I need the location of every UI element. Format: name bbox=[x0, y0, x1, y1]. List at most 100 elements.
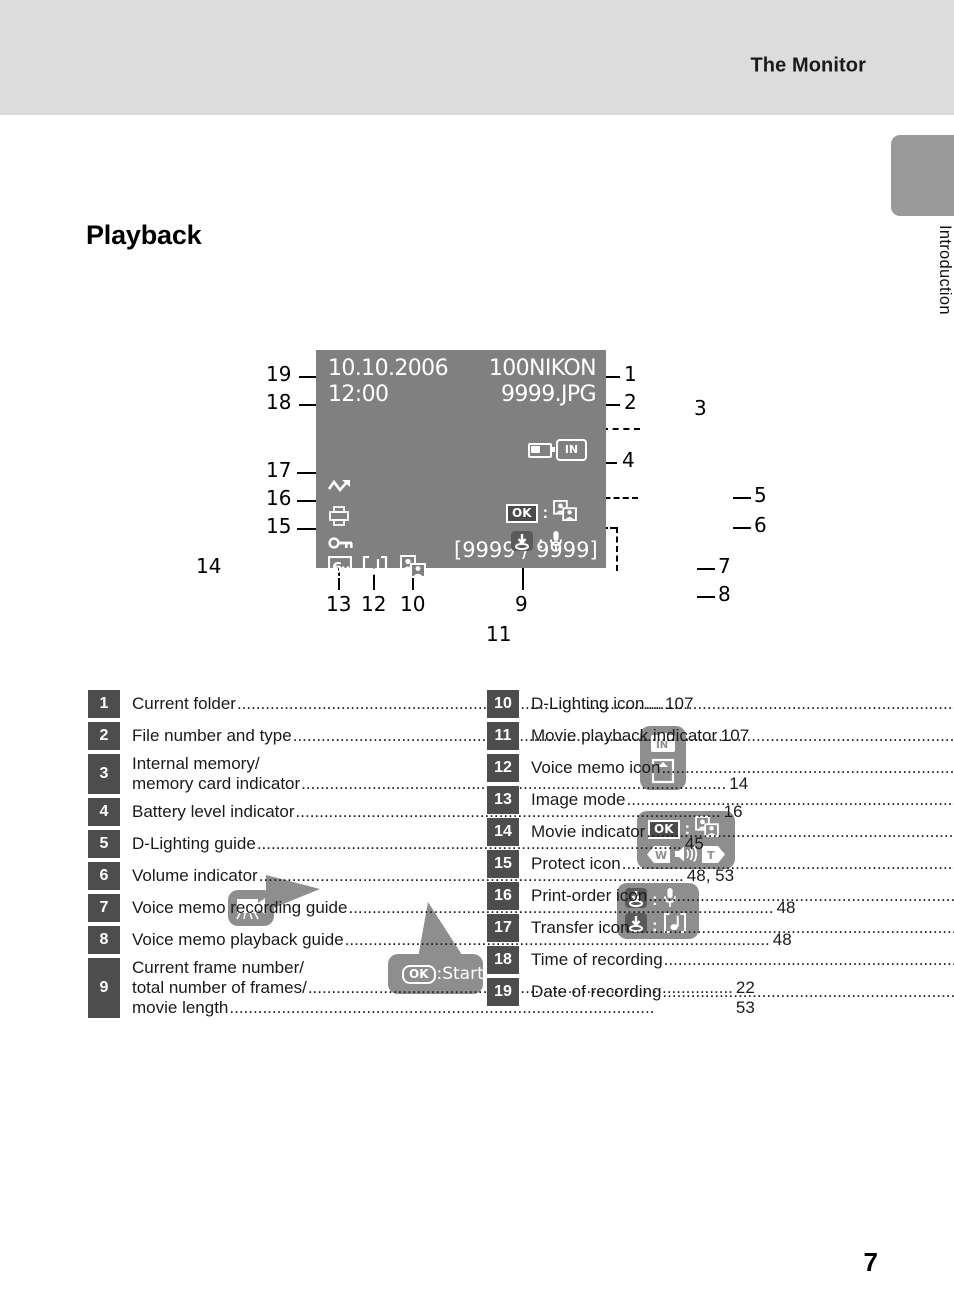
legend-row: 18 Time of recording.....................… bbox=[487, 946, 954, 974]
center-button-icon bbox=[511, 530, 533, 556]
legend-row: 12 Voice memo icon.......................… bbox=[487, 754, 954, 782]
legend-row-number: 3 bbox=[88, 754, 120, 794]
legend-label: Voice memo icon bbox=[531, 758, 661, 777]
leader-number-11: 11 bbox=[486, 622, 512, 646]
image-mode-6m-icon: 6 M bbox=[327, 555, 353, 579]
leader-line-9-vertical bbox=[522, 568, 524, 590]
legend-row-text: Protect icon............................… bbox=[519, 850, 954, 878]
legend-label: Date of recording bbox=[531, 982, 662, 1001]
monitor-folder: 100NIKON bbox=[488, 356, 597, 381]
legend-label: D-Lighting icon bbox=[531, 694, 645, 713]
legend-row-number: 11 bbox=[487, 722, 519, 750]
legend-row-number: 8 bbox=[88, 926, 120, 954]
legend-row: 14 Movie indicator.......................… bbox=[487, 818, 954, 846]
leader-number-14: 14 bbox=[196, 554, 222, 578]
colon-separator: : bbox=[542, 503, 549, 522]
print-order-icon bbox=[328, 506, 350, 526]
monitor-filename: 9999.JPG bbox=[501, 382, 597, 407]
legend-row: 19 Date of recording.....................… bbox=[487, 978, 954, 1006]
legend-row-number: 12 bbox=[487, 754, 519, 782]
leader-line-7 bbox=[697, 568, 715, 570]
legend-row-number: 7 bbox=[88, 894, 120, 922]
legend-row-text: Time of recording.......................… bbox=[519, 946, 954, 974]
legend-row-number: 9 bbox=[88, 958, 120, 1018]
legend-row: 5 D-Lighting guide.......................… bbox=[88, 830, 704, 858]
leader-dots: ........................................… bbox=[645, 694, 954, 713]
legend-label: Time of recording bbox=[531, 950, 663, 969]
legend-row: 8 Voice memo playback guide..............… bbox=[88, 926, 792, 954]
legend-row-number: 19 bbox=[487, 978, 519, 1006]
legend-row-number: 16 bbox=[487, 882, 519, 910]
d-lighting-icon-guide bbox=[553, 500, 578, 526]
legend-line: Movie indicator.........................… bbox=[531, 822, 954, 842]
legend-label: Voice memo recording guide bbox=[132, 898, 348, 917]
legend-label: Image mode bbox=[531, 790, 626, 809]
legend-line: Date of recording.......................… bbox=[531, 982, 954, 1002]
page-number: 7 bbox=[863, 1247, 878, 1277]
legend-row: 2File number and type...................… bbox=[88, 722, 749, 750]
section-tab-marker bbox=[891, 135, 954, 216]
legend-row: 1 Current folder.........................… bbox=[88, 690, 693, 718]
legend-column-right: 10 D-Lighting icon.......................… bbox=[487, 690, 954, 1010]
legend-line: Protect icon............................… bbox=[531, 854, 954, 874]
leader-number-8: 8 bbox=[718, 582, 731, 606]
header-title: The Monitor bbox=[750, 54, 866, 77]
legend-label: total number of frames/ bbox=[132, 978, 307, 997]
legend-row-number: 2 bbox=[88, 722, 120, 750]
leader-number-12: 12 bbox=[361, 592, 387, 616]
leader-number-10: 10 bbox=[400, 592, 426, 616]
legend-line: Voice memo icon.........................… bbox=[531, 758, 954, 778]
colon-separator: : bbox=[538, 533, 544, 552]
leader-number-17: 17 bbox=[266, 458, 292, 482]
legend-label: memory card indicator bbox=[132, 774, 301, 793]
legend-row-number: 15 bbox=[487, 850, 519, 878]
legend-row: 9 Current frame number/total number of fr… bbox=[88, 958, 755, 1018]
legend-line: Transfer icon...........................… bbox=[531, 918, 954, 938]
monitor-dlighting-guide-row: OK : bbox=[506, 500, 578, 526]
legend-row-text: Date of recording.......................… bbox=[519, 978, 954, 1006]
leader-number-6: 6 bbox=[754, 513, 767, 537]
monitor-time: 12:00 bbox=[328, 382, 389, 407]
legend-row: 7 Voice memo recording guide.............… bbox=[88, 894, 795, 922]
legend-label: Transfer icon bbox=[531, 918, 630, 937]
legend-line: Image mode..............................… bbox=[531, 790, 954, 810]
legend-row-number: 5 bbox=[88, 830, 120, 858]
leader-number-2: 2 bbox=[624, 390, 637, 414]
legend-label: Current folder bbox=[132, 694, 236, 713]
legend-row: 4Battery level indicator................… bbox=[88, 798, 743, 826]
leader-dots: ........................................… bbox=[648, 886, 954, 905]
in-memory-icon: IN bbox=[556, 439, 587, 461]
svg-text:M: M bbox=[341, 566, 350, 576]
leader-number-5: 5 bbox=[754, 483, 767, 507]
legend-row-number: 13 bbox=[487, 786, 519, 814]
leader-line-6b bbox=[733, 527, 751, 529]
legend-row-number: 6 bbox=[88, 862, 120, 890]
battery-icon bbox=[528, 443, 555, 458]
leader-number-18: 18 bbox=[266, 390, 292, 414]
leader-dots: ........................................… bbox=[646, 822, 954, 841]
microphone-icon bbox=[549, 530, 563, 556]
leader-dots: ........................................… bbox=[662, 982, 954, 1001]
legend-column-left: 1 Current folder.........................… bbox=[88, 690, 795, 1022]
legend-row-text: Movie indicator.........................… bbox=[519, 818, 954, 846]
leader-number-4: 4 bbox=[622, 448, 635, 472]
leader-dots: ........................................… bbox=[718, 726, 954, 745]
legend-row-number: 1 bbox=[88, 690, 120, 718]
monitor-voice-memo-guide-row: : bbox=[511, 530, 563, 556]
leader-line-78-vertical bbox=[616, 527, 618, 571]
section-tab-label: Introduction bbox=[936, 225, 954, 315]
leader-line-18 bbox=[299, 404, 317, 406]
leader-number-19: 19 bbox=[266, 362, 292, 386]
legend-label: Current frame number/ bbox=[132, 958, 304, 977]
leader-dots: ........................................… bbox=[630, 918, 954, 937]
legend-label: Movie indicator bbox=[531, 822, 646, 841]
legend-row-number: 10 bbox=[487, 690, 519, 718]
legend-row-number: 18 bbox=[487, 946, 519, 974]
legend-line: Movie playback indicator................… bbox=[531, 726, 954, 746]
ok-button-icon: OK bbox=[506, 503, 538, 523]
legend-label: D-Lighting guide bbox=[132, 834, 256, 853]
legend-label: Voice memo playback guide bbox=[132, 930, 344, 949]
legend-row-number: 14 bbox=[487, 818, 519, 846]
legend-label: Volume indicator bbox=[132, 866, 258, 885]
legend-row: 6 Volume indicator.......................… bbox=[88, 862, 734, 890]
